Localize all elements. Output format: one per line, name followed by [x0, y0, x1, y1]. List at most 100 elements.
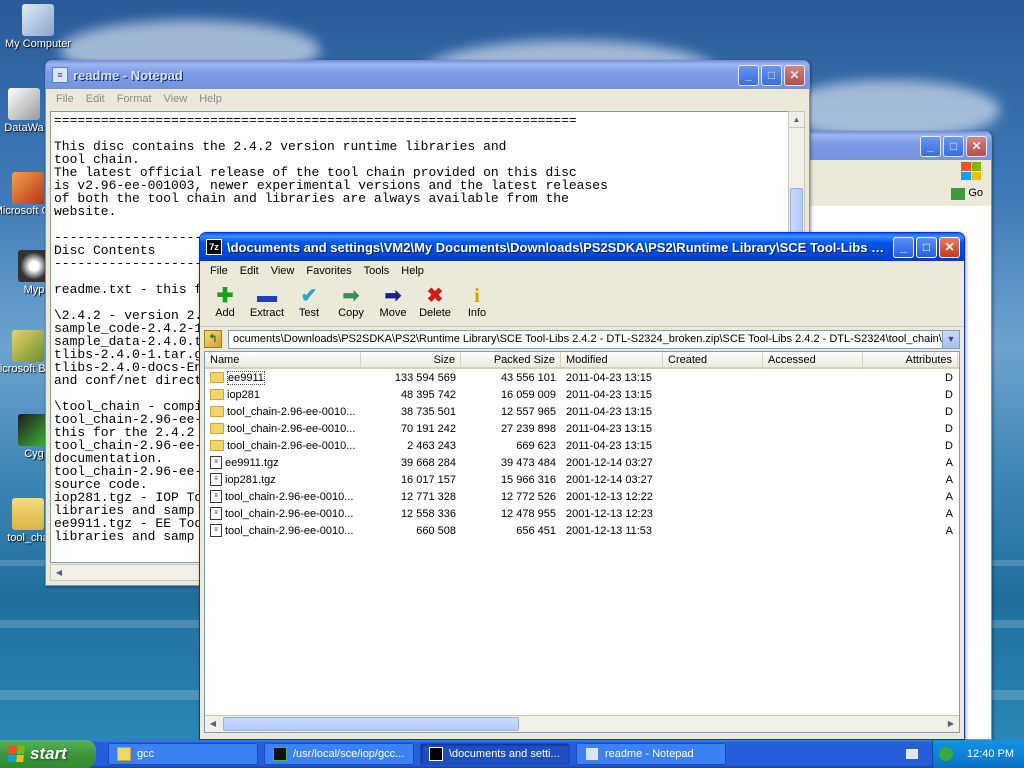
file-name: tool_chain-2.96-ee-0010... — [227, 405, 356, 418]
notepad-horizontal-scrollbar[interactable]: ◀ — [50, 564, 200, 581]
menu-file[interactable]: File — [50, 93, 80, 105]
file-packed-size: 669 623 — [516, 439, 556, 452]
scroll-thumb[interactable] — [223, 717, 519, 731]
archive-file-icon: ≡ — [210, 473, 222, 486]
scroll-left-icon[interactable]: ◀ — [51, 565, 67, 580]
minimize-button[interactable]: _ — [920, 135, 941, 157]
sevenzip-title-bar[interactable]: 7z \documents and settings\VM2\My Docume… — [200, 233, 964, 261]
task-gcc[interactable]: gcc — [108, 743, 258, 765]
scroll-right-icon[interactable]: ▶ — [943, 716, 959, 732]
test-label: Test — [298, 307, 320, 319]
maximize-button[interactable]: □ — [761, 64, 782, 86]
table-row[interactable]: ≡ tool_chain-2.96-ee-0010... 660 508 656 45… — [205, 522, 959, 539]
shortcut-icon — [8, 88, 40, 120]
menu-view[interactable]: View — [265, 265, 301, 277]
notepad-menu-bar: File Edit Format View Help — [46, 89, 809, 109]
task-label: /usr/local/sce/iop/gcc... — [293, 748, 405, 760]
extract-icon: ▬ — [257, 285, 277, 307]
go-button[interactable]: Go — [968, 187, 983, 199]
column-accessed[interactable]: Accessed — [763, 352, 863, 367]
archive-file-icon: ≡ — [210, 456, 222, 469]
task-notepad[interactable]: readme - Notepad — [576, 743, 726, 765]
folder-up-icon[interactable]: ↰ — [204, 330, 222, 348]
close-button[interactable]: ✕ — [966, 135, 987, 157]
clock[interactable]: 12:40 PM — [967, 748, 1014, 760]
table-row[interactable]: ≡ ee9911.tgz 39 668 284 39 473 484 2001-12-1… — [205, 454, 959, 471]
file-packed-size: 12 557 965 — [500, 405, 556, 418]
task-terminal[interactable]: /usr/local/sce/iop/gcc... — [264, 743, 414, 765]
file-size: 16 017 157 — [400, 473, 456, 486]
file-size: 133 594 569 — [394, 371, 456, 384]
column-modified[interactable]: Modified — [561, 352, 663, 367]
address-dropdown-icon[interactable]: ▼ — [942, 330, 959, 348]
sevenzip-window[interactable]: 7z \documents and settings\VM2\My Docume… — [199, 232, 965, 740]
task-sevenzip[interactable]: \documents and setti... — [420, 743, 570, 765]
menu-format[interactable]: Format — [111, 93, 158, 105]
menu-favorites[interactable]: Favorites — [300, 265, 357, 277]
column-name[interactable]: Name — [205, 352, 361, 367]
table-row[interactable]: tool_chain-2.96-ee-0010... 2 463 243 669 6… — [205, 437, 959, 454]
network-icon[interactable] — [939, 747, 953, 761]
address-field[interactable]: ocuments\Downloads\PS2SDKA\PS2\Runtime L… — [228, 329, 960, 349]
delete-label: Delete — [419, 307, 451, 319]
menu-help[interactable]: Help — [193, 93, 228, 105]
menu-edit[interactable]: Edit — [234, 265, 265, 277]
folder-icon — [117, 747, 131, 761]
move-button[interactable]: ➡ Move — [372, 285, 414, 319]
scroll-up-icon[interactable]: ▲ — [789, 112, 804, 128]
notepad-icon — [585, 747, 599, 761]
file-list-horizontal-scrollbar[interactable]: ◀ ▶ — [205, 715, 959, 732]
column-packed-size[interactable]: Packed Size — [461, 352, 561, 367]
menu-edit[interactable]: Edit — [80, 93, 111, 105]
table-row[interactable]: ≡ iop281.tgz 16 017 157 15 966 316 2001-12-1… — [205, 471, 959, 488]
close-button[interactable]: ✕ — [784, 64, 805, 86]
menu-file[interactable]: File — [204, 265, 234, 277]
file-modified: 2011-04-23 13:15 — [566, 371, 653, 384]
delete-button[interactable]: ✖ Delete — [414, 285, 456, 319]
delete-icon: ✖ — [426, 285, 444, 307]
file-attributes: A — [945, 524, 953, 537]
keyboard-icon[interactable] — [905, 748, 919, 760]
desktop-icon-my-computer[interactable]: My Computer — [0, 4, 76, 50]
table-row[interactable]: iop281 48 395 742 16 059 009 2011-04-23 13:… — [205, 386, 959, 403]
file-size: 39 668 284 — [400, 456, 456, 469]
maximize-button[interactable]: □ — [943, 135, 964, 157]
menu-tools[interactable]: Tools — [358, 265, 396, 277]
file-modified: 2011-04-23 13:15 — [566, 439, 653, 452]
copy-label: Copy — [338, 307, 364, 319]
file-modified: 2011-04-23 13:15 — [566, 405, 653, 418]
desktop-icon-label: My Computer — [4, 38, 72, 50]
column-created[interactable]: Created — [663, 352, 763, 367]
add-button[interactable]: ✚ Add — [204, 285, 246, 319]
windows-flag-icon — [7, 746, 25, 762]
file-packed-size: 15 966 316 — [500, 473, 556, 486]
archive-file-icon: ≡ — [210, 524, 222, 537]
file-list[interactable]: Name Size Packed Size Modified Created A… — [204, 351, 960, 733]
close-button[interactable]: ✕ — [939, 236, 960, 258]
menu-help[interactable]: Help — [395, 265, 430, 277]
maximize-button[interactable]: □ — [916, 236, 937, 258]
scroll-left-icon[interactable]: ◀ — [205, 716, 221, 732]
column-attributes[interactable]: Attributes — [863, 352, 958, 367]
file-packed-size: 656 451 — [516, 524, 556, 537]
copy-button[interactable]: ➡ Copy — [330, 285, 372, 319]
notepad-title-bar[interactable]: ≡ readme - Notepad _ □ ✕ — [46, 61, 809, 89]
minimize-button[interactable]: _ — [893, 236, 914, 258]
file-name: tool_chain-2.96-ee-0010... — [227, 439, 356, 452]
table-row[interactable]: tool_chain-2.96-ee-0010... 70 191 242 27 2… — [205, 420, 959, 437]
table-row[interactable]: ≡ tool_chain-2.96-ee-0010... 12 771 328 12 … — [205, 488, 959, 505]
folder-icon — [12, 498, 44, 530]
file-modified: 2001-12-13 12:23 — [566, 507, 653, 520]
table-row[interactable]: tool_chain-2.96-ee-0010... 38 735 501 12 5… — [205, 403, 959, 420]
start-button[interactable]: start — [0, 740, 96, 768]
minimize-button[interactable]: _ — [738, 64, 759, 86]
table-row[interactable]: ≡ tool_chain-2.96-ee-0010... 12 558 336 12 … — [205, 505, 959, 522]
table-row[interactable]: ee9911 133 594 569 43 556 101 2011-04-23 13… — [205, 369, 959, 386]
extract-button[interactable]: ▬ Extract — [246, 285, 288, 319]
column-size[interactable]: Size — [361, 352, 461, 367]
sevenzip-icon: 7z — [206, 239, 222, 255]
file-size: 2 463 243 — [407, 439, 456, 452]
info-button[interactable]: i Info — [456, 285, 498, 319]
menu-view[interactable]: View — [158, 93, 194, 105]
test-button[interactable]: ✔ Test — [288, 285, 330, 319]
